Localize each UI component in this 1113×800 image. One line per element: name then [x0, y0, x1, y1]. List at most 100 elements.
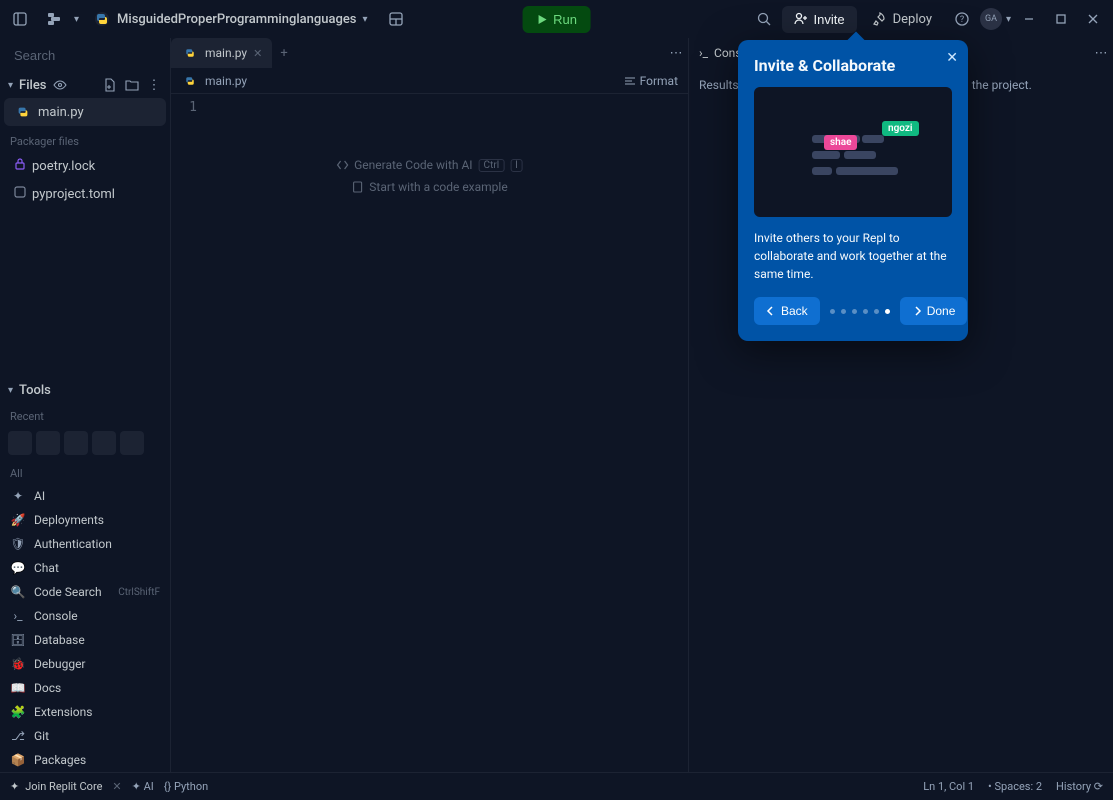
code-icon [336, 159, 348, 171]
python-icon [181, 72, 199, 90]
project-name[interactable]: MisguidedProperProgramminglanguages ▾ [85, 6, 376, 32]
close-icon[interactable]: ✕ [112, 780, 121, 793]
file-item-pyproject[interactable]: pyproject.toml [4, 181, 166, 207]
tool-git[interactable]: ⎇Git [0, 724, 170, 748]
sparkle-icon: ✦ [10, 780, 19, 793]
tool-ai[interactable]: ✦AI [0, 484, 170, 508]
ai-status[interactable]: ✦ AI [132, 780, 154, 793]
rocket-icon [873, 12, 887, 26]
close-icon[interactable]: ✕ [253, 47, 262, 60]
popover-title: Invite & Collaborate [754, 56, 952, 75]
replit-logo-icon[interactable] [40, 5, 68, 33]
recent-tool[interactable] [64, 431, 88, 455]
chevron-down-icon: ▾ [8, 80, 13, 91]
chevron-down-icon[interactable]: ▾ [1006, 14, 1011, 25]
layout-icon[interactable] [382, 5, 410, 33]
indent-status[interactable]: • Spaces: 2 [988, 780, 1042, 793]
tool-packages[interactable]: 📦Packages [0, 748, 170, 772]
back-button[interactable]: Back [754, 297, 820, 325]
new-file-icon[interactable] [102, 77, 118, 93]
recent-tool[interactable] [92, 431, 116, 455]
files-label: Files [19, 78, 46, 93]
close-window-button[interactable] [1079, 5, 1107, 33]
add-tab-button[interactable]: + [272, 46, 295, 61]
avatar[interactable]: GA [980, 8, 1002, 30]
help-button[interactable]: ? [948, 5, 976, 33]
file-item-main[interactable]: main.py [4, 98, 166, 126]
tool-console[interactable]: ›_Console [0, 604, 170, 628]
user-plus-icon [794, 12, 808, 26]
chevron-right-icon [912, 306, 922, 316]
package-icon: 📦 [10, 752, 26, 768]
gutter: 1 [171, 94, 211, 115]
python-icon [14, 103, 32, 121]
minimize-button[interactable] [1015, 5, 1043, 33]
sparkle-icon: ✦ [10, 488, 26, 504]
tool-authentication[interactable]: 🛡Authentication [0, 532, 170, 556]
format-label: Format [640, 74, 678, 88]
more-icon[interactable]: ⋯ [1097, 45, 1113, 61]
terminal-icon: ›_ [699, 46, 708, 60]
hidden-files-icon[interactable] [52, 77, 68, 93]
lock-icon [14, 158, 26, 174]
close-icon[interactable]: ✕ [946, 50, 958, 66]
help-icon: ? [955, 12, 969, 26]
tool-chat[interactable]: 💬Chat [0, 556, 170, 580]
run-button[interactable]: Run [522, 6, 591, 33]
recent-tool[interactable] [36, 431, 60, 455]
tools-label: Tools [19, 383, 51, 398]
step-dots [830, 309, 890, 314]
editor-tab[interactable]: main.py ✕ [171, 38, 272, 68]
toggle-sidebar-button[interactable] [6, 5, 34, 33]
maximize-button[interactable] [1047, 5, 1075, 33]
file-item-poetry[interactable]: poetry.lock [4, 153, 166, 179]
tool-deployments[interactable]: 🚀Deployments [0, 508, 170, 532]
cursor-position[interactable]: Ln 1, Col 1 [923, 780, 974, 793]
recent-tool[interactable] [8, 431, 32, 455]
tools-header[interactable]: ▾ Tools [0, 379, 170, 402]
done-button[interactable]: Done [900, 297, 968, 325]
tool-code-search[interactable]: 🔍Code SearchCtrlShiftF [0, 580, 170, 604]
deploy-button[interactable]: Deploy [861, 6, 944, 33]
header: ▾ MisguidedProperProgramminglanguages ▾ … [0, 0, 1113, 38]
deploy-label: Deploy [893, 12, 932, 27]
more-icon[interactable]: ⋮ [146, 77, 162, 93]
chevron-left-icon [766, 306, 776, 316]
tab-label: main.py [205, 46, 247, 60]
crumb-text: main.py [205, 74, 247, 88]
database-icon: 🗄 [10, 632, 26, 648]
puzzle-icon: 🧩 [10, 704, 26, 720]
invite-button[interactable]: Invite [782, 6, 857, 33]
shield-icon: 🛡 [10, 536, 26, 552]
search-button[interactable] [750, 5, 778, 33]
editor-body[interactable]: 1 Generate Code with AI Ctrl I Start wit… [171, 94, 688, 772]
recent-tool[interactable] [120, 431, 144, 455]
chevron-down-icon: ▾ [363, 14, 368, 25]
lang-status[interactable]: {} Python [164, 780, 208, 793]
tool-docs[interactable]: 📖Docs [0, 676, 170, 700]
tool-extensions[interactable]: 🧩Extensions [0, 700, 170, 724]
chat-icon: 💬 [10, 560, 26, 576]
packager-label: Packager files [0, 127, 170, 152]
tool-debugger[interactable]: 🐞Debugger [0, 652, 170, 676]
chevron-down-icon[interactable]: ▾ [74, 14, 79, 25]
python-icon [181, 44, 199, 62]
new-folder-icon[interactable] [124, 77, 140, 93]
join-core-button[interactable]: ✦ Join Replit Core [10, 780, 102, 793]
history-button[interactable]: History ⟳ [1056, 780, 1103, 793]
play-icon [536, 14, 547, 25]
more-icon[interactable]: ⋯ [672, 45, 688, 61]
recent-label: Recent [0, 402, 170, 427]
project-name-text: MisguidedProperProgramminglanguages [117, 12, 356, 27]
book-icon: 📖 [10, 680, 26, 696]
python-icon [93, 10, 111, 28]
tool-database[interactable]: 🗄Database [0, 628, 170, 652]
format-button[interactable]: Format [624, 74, 678, 88]
bug-icon: 🐞 [10, 656, 26, 672]
file-name: pyproject.toml [32, 187, 115, 202]
files-header[interactable]: ▾ Files ⋮ [0, 73, 170, 97]
hint-start-example[interactable]: Start with a code example [336, 176, 523, 198]
hint-generate-ai[interactable]: Generate Code with AI Ctrl I [336, 154, 523, 176]
branch-icon: ⎇ [10, 728, 26, 744]
search-input[interactable] [6, 42, 164, 69]
